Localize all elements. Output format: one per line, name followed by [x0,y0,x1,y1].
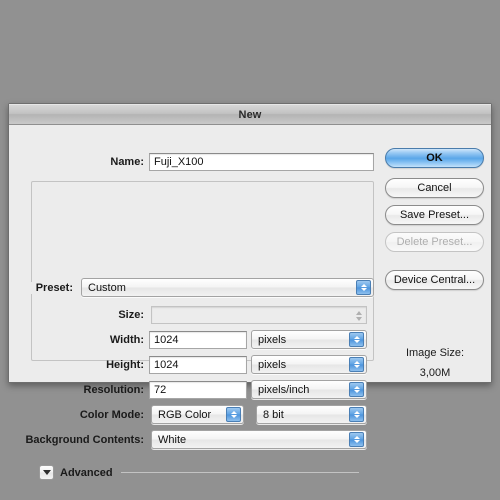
bit-depth-value: 8 bit [263,408,284,421]
chevron-up-icon [360,283,367,287]
preset-stepper-icon[interactable] [356,280,371,295]
chevron-up-icon [353,435,360,439]
preset-label: Preset: [25,281,75,294]
name-row: Name: Fuji_X100 [9,153,374,171]
resolution-label: Resolution: [83,383,145,396]
preset-select[interactable]: Custom [81,278,374,297]
resolution-input[interactable]: 72 [149,380,247,399]
size-label: Size: [118,308,144,321]
bit-depth-stepper-icon[interactable] [349,407,364,422]
image-size-info: Image Size: 3,00M [379,347,491,379]
dialog-title: New [238,108,262,121]
color-mode-value: RGB Color [158,408,212,421]
height-row: Height: 1024 pixels [9,355,374,374]
chevron-up-icon [353,385,360,389]
chevron-up-icon [230,410,237,414]
chevron-down-icon [353,415,360,419]
chevron-up-icon [353,335,360,339]
chevron-down-icon [360,288,367,292]
ok-button[interactable]: OK [385,148,484,168]
chevron-down-icon [230,415,237,419]
save-preset-button[interactable]: Save Preset... [385,205,484,225]
chevron-up-icon [353,360,360,364]
bit-depth-select[interactable]: 8 bit [256,405,367,424]
size-row: Size: [9,305,374,324]
advanced-divider [120,472,359,473]
height-label: Height: [106,358,144,371]
resolution-unit-value: pixels/inch [258,383,310,396]
chevron-down-icon [353,390,360,394]
preset-value: Custom [88,281,126,294]
name-input[interactable]: Fuji_X100 [149,153,374,171]
name-label: Name: [110,156,144,168]
resolution-row: Resolution: 72 pixels/inch [9,380,374,399]
background-contents-label: Background Contents: [25,433,144,446]
chevron-up-icon [355,310,362,315]
width-unit-select[interactable]: pixels [251,330,367,349]
size-stepper-icon [354,309,363,323]
triangle-down-icon [42,470,51,475]
chevron-down-icon [353,365,360,369]
color-mode-stepper-icon[interactable] [226,407,241,422]
color-mode-row: Color Mode: RGB Color 8 bit [9,405,374,424]
new-document-dialog: New Name: Fuji_X100 Preset: Custom Size:… [8,103,492,480]
background-contents-value: White [158,433,187,446]
resolution-unit-stepper-icon[interactable] [349,382,364,397]
button-pane: OK Cancel Save Preset... Delete Preset..… [379,125,491,382]
dialog-titlebar[interactable]: New [9,104,491,125]
preset-row: Preset: Custom [25,278,374,297]
height-unit-value: pixels [258,358,287,371]
resolution-unit-select[interactable]: pixels/inch [251,380,367,399]
height-unit-stepper-icon[interactable] [349,357,364,372]
background-contents-row: Background Contents: White [9,430,374,449]
width-unit-value: pixels [258,333,287,346]
dialog-body: Name: Fuji_X100 Preset: Custom Size: Wid… [9,125,491,480]
chevron-down-icon [353,440,360,444]
background-contents-stepper-icon[interactable] [349,432,364,447]
device-central-button[interactable]: Device Central... [385,270,484,290]
delete-preset-button: Delete Preset... [385,232,484,252]
width-label: Width: [109,333,144,346]
height-unit-select[interactable]: pixels [251,355,367,374]
width-row: Width: 1024 pixels [9,330,374,349]
form-pane: Name: Fuji_X100 Preset: Custom Size: Wid… [9,125,381,480]
chevron-down-icon [355,316,362,321]
advanced-label: Advanced [60,466,113,479]
width-unit-stepper-icon[interactable] [349,332,364,347]
chevron-up-icon [353,410,360,414]
chevron-down-icon [353,340,360,344]
color-mode-label: Color Mode: [79,408,144,421]
size-input [151,305,367,324]
image-size-value: 3,00M [419,367,451,379]
disclosure-triangle-icon[interactable] [39,465,54,480]
background-contents-select[interactable]: White [151,430,367,449]
image-size-label: Image Size: [405,347,465,359]
color-mode-select[interactable]: RGB Color [151,405,244,424]
cancel-button[interactable]: Cancel [385,178,484,198]
advanced-section-row[interactable]: Advanced [39,465,359,480]
width-input[interactable]: 1024 [149,330,247,349]
height-input[interactable]: 1024 [149,355,247,374]
